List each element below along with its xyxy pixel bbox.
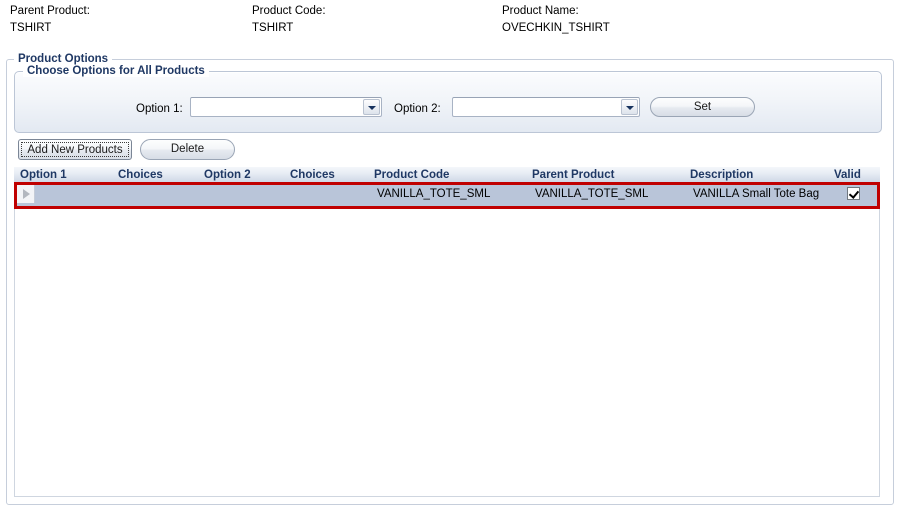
- column-header-description[interactable]: Description: [690, 169, 753, 182]
- product-name-field: Product Name: OVECHKIN_TSHIRT: [502, 4, 610, 36]
- option2-label: Option 2:: [394, 103, 441, 115]
- parent-product-value: TSHIRT: [10, 22, 52, 34]
- table-row[interactable]: VANILLA_TOTE_SML VANILLA_TOTE_SML VANILL…: [14, 185, 880, 209]
- product-options-legend: Product Options: [14, 53, 113, 65]
- column-header-product-code[interactable]: Product Code: [374, 169, 449, 182]
- option1-label: Option 1:: [136, 103, 183, 115]
- add-new-products-label: Add New Products: [21, 142, 129, 157]
- product-code-value: TSHIRT: [252, 22, 294, 34]
- row-select-arrow-icon[interactable]: [17, 185, 35, 203]
- set-button[interactable]: Set: [650, 97, 755, 117]
- cell-valid-checkbox[interactable]: [847, 187, 860, 200]
- product-name-value: OVECHKIN_TSHIRT: [502, 22, 610, 34]
- delete-button[interactable]: Delete: [140, 139, 235, 160]
- column-header-choices-2[interactable]: Choices: [290, 169, 335, 182]
- cell-parent-product: VANILLA_TOTE_SML: [535, 188, 649, 200]
- product-code-field: Product Code: TSHIRT: [252, 4, 326, 36]
- column-header-valid[interactable]: Valid: [834, 169, 861, 182]
- product-info-bar: Parent Product: TSHIRT Product Code: TSH…: [0, 0, 900, 46]
- column-header-parent-product[interactable]: Parent Product: [532, 169, 614, 182]
- product-name-label: Product Name:: [502, 5, 579, 17]
- chevron-down-icon[interactable]: [621, 99, 638, 115]
- add-new-products-button[interactable]: Add New Products: [18, 139, 132, 160]
- cell-product-code: VANILLA_TOTE_SML: [377, 188, 491, 200]
- chevron-down-icon[interactable]: [363, 99, 380, 115]
- option1-value: [195, 100, 359, 114]
- option1-combobox[interactable]: [190, 97, 382, 117]
- parent-product-field: Parent Product: TSHIRT: [10, 4, 90, 36]
- products-grid-header: Option 1 Choices Option 2 Choices Produc…: [14, 167, 880, 185]
- column-header-option1[interactable]: Option 1: [20, 169, 67, 182]
- column-header-choices-1[interactable]: Choices: [118, 169, 163, 182]
- cell-description: VANILLA Small Tote Bag: [693, 188, 820, 200]
- option2-combobox[interactable]: [452, 97, 640, 117]
- choose-options-legend: Choose Options for All Products: [23, 65, 209, 77]
- products-grid-panel[interactable]: [14, 167, 880, 497]
- parent-product-label: Parent Product:: [10, 5, 90, 17]
- column-header-option2[interactable]: Option 2: [204, 169, 251, 182]
- product-code-label: Product Code:: [252, 5, 326, 17]
- option2-value: [457, 100, 617, 114]
